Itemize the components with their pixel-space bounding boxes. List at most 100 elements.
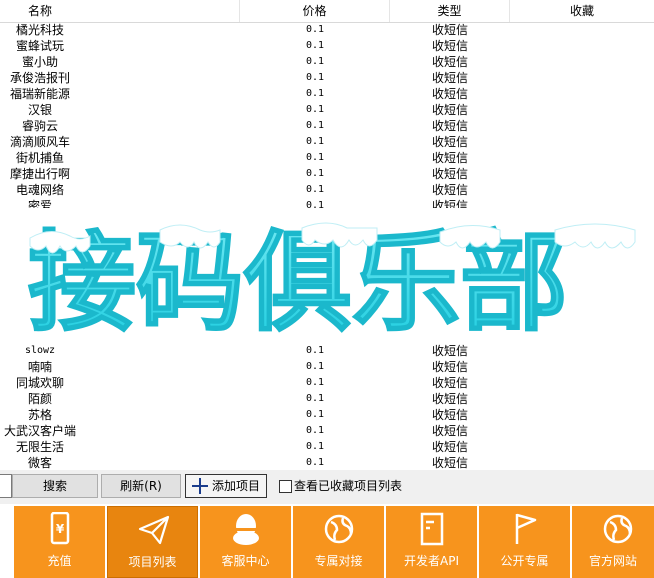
row-name: 橘光科技 <box>15 23 64 37</box>
table-row[interactable]: 微客 0.1 收短信 <box>0 455 654 470</box>
row-type: 收短信 <box>431 183 468 197</box>
row-name: 承俊浩报刊 <box>9 71 70 85</box>
nav-label: 开发者API <box>404 554 459 568</box>
column-header-name[interactable]: 名称 <box>0 0 240 22</box>
row-type: 收短信 <box>431 135 468 149</box>
nav-recharge[interactable]: ¥ 充值 <box>14 506 105 578</box>
row-type: 收短信 <box>431 39 468 53</box>
row-type: 收短信 <box>431 376 468 390</box>
table-row[interactable]: 摩捷出行啊 0.1 收短信 <box>0 166 654 182</box>
show-favorites-checkbox[interactable] <box>279 480 292 493</box>
row-type: 收短信 <box>431 71 468 85</box>
table-row[interactable]: 蜜小助 0.1 收短信 <box>0 54 654 70</box>
flag-icon <box>515 513 537 544</box>
table-row[interactable]: slowz 0.1 收短信 <box>0 343 654 359</box>
row-type: 收短信 <box>431 408 468 422</box>
row-name: 苏格 <box>27 408 52 422</box>
row-price: 0.1 <box>305 184 325 195</box>
globe-icon <box>603 514 633 544</box>
row-price: 0.1 <box>305 104 325 115</box>
row-price: 0.1 <box>305 457 325 468</box>
paper-plane-icon <box>138 515 170 545</box>
row-price: 0.1 <box>305 152 325 163</box>
watermark-banner: 接码俱乐部 <box>0 208 654 342</box>
table-row[interactable]: 大武汉客户端 0.1 收短信 <box>0 423 654 439</box>
nav-label: 公开专属 <box>500 554 549 568</box>
add-project-label: 添加项目 <box>212 479 261 493</box>
qq-penguin-icon <box>233 514 259 545</box>
row-name: 同城欢聊 <box>15 376 64 390</box>
row-name: 电魂网络 <box>15 183 64 197</box>
nav-customer-service[interactable]: 客服中心 <box>200 506 291 578</box>
add-project-button[interactable]: 添加项目 <box>185 474 267 498</box>
document-icon <box>420 512 444 546</box>
row-name: 蜜小助 <box>21 55 58 69</box>
row-type: 收短信 <box>431 55 468 69</box>
row-name: 大武汉客户端 <box>3 424 76 438</box>
row-name: 蜜蜂试玩 <box>15 39 64 53</box>
row-price: 0.1 <box>305 120 325 131</box>
refresh-button[interactable]: 刷新(R) <box>101 474 181 498</box>
svg-text:¥: ¥ <box>56 522 65 536</box>
nav-official-site[interactable]: 官方网站 <box>572 506 654 578</box>
row-price: 0.1 <box>305 345 325 356</box>
table-row[interactable]: 苏格 0.1 收短信 <box>0 407 654 423</box>
row-name: slowz <box>24 345 56 356</box>
column-header-type[interactable]: 类型 <box>390 0 510 22</box>
row-name: 陌颜 <box>27 392 52 406</box>
search-button[interactable]: 搜索 <box>12 474 98 498</box>
table-row[interactable]: 滴滴顺风车 0.1 收短信 <box>0 134 654 150</box>
row-name: 喃喃 <box>27 360 52 374</box>
search-input[interactable] <box>0 474 12 498</box>
table-row[interactable]: 陌颜 0.1 收短信 <box>0 391 654 407</box>
table-row[interactable]: 汉银 0.1 收短信 <box>0 102 654 118</box>
nav-public-exclusive[interactable]: 公开专属 <box>479 506 570 578</box>
table-row[interactable]: 蜜蜂试玩 0.1 收短信 <box>0 38 654 54</box>
nav-project-list[interactable]: 项目列表 <box>107 506 198 578</box>
row-price: 0.1 <box>305 425 325 436</box>
row-name: 摩捷出行啊 <box>9 167 70 181</box>
row-type: 收短信 <box>431 392 468 406</box>
row-price: 0.1 <box>305 56 325 67</box>
table-row[interactable]: 电魂网络 0.1 收短信 <box>0 182 654 198</box>
phone-yen-icon: ¥ <box>50 512 70 545</box>
column-header-favorite[interactable]: 收藏 <box>510 0 654 22</box>
table-row[interactable]: 街机捕鱼 0.1 收短信 <box>0 150 654 166</box>
nav-label: 官方网站 <box>588 554 637 568</box>
row-type: 收短信 <box>431 103 468 117</box>
table-row[interactable]: 承俊浩报刊 0.1 收短信 <box>0 70 654 86</box>
row-name: 街机捕鱼 <box>15 151 64 165</box>
row-price: 0.1 <box>305 361 325 372</box>
bottom-nav: ¥ 充值 项目列表 客服中心 专属对接 开发者API 公开专属 官方网站 <box>0 504 654 578</box>
show-favorites-label[interactable]: 查看已收藏项目列表 <box>294 478 402 494</box>
row-price: 0.1 <box>305 72 325 83</box>
nav-label: 项目列表 <box>128 555 177 569</box>
plus-icon <box>192 478 208 494</box>
row-type: 收短信 <box>431 23 468 37</box>
row-name: 睿驹云 <box>21 119 58 133</box>
table-row[interactable]: 喃喃 0.1 收短信 <box>0 359 654 375</box>
table-row[interactable]: 橘光科技 0.1 收短信 <box>0 22 654 38</box>
row-price: 0.1 <box>305 40 325 51</box>
row-type: 收短信 <box>431 344 468 358</box>
nav-label: 客服中心 <box>221 554 270 568</box>
row-name: 无限生活 <box>15 440 64 454</box>
row-name: 滴滴顺风车 <box>9 135 70 149</box>
nav-developer-api[interactable]: 开发者API <box>386 506 477 578</box>
row-price: 0.1 <box>305 441 325 452</box>
row-type: 收短信 <box>431 360 468 374</box>
table-row[interactable]: 无限生活 0.1 收短信 <box>0 439 654 455</box>
table-row[interactable]: 睿驹云 0.1 收短信 <box>0 118 654 134</box>
watermark-graphic: 接码俱乐部 <box>27 220 636 342</box>
row-price: 0.1 <box>305 393 325 404</box>
column-header-price[interactable]: 价格 <box>240 0 390 22</box>
table-row[interactable]: 同城欢聊 0.1 收短信 <box>0 375 654 391</box>
row-price: 0.1 <box>305 88 325 99</box>
column-header-name-label: 名称 <box>28 4 53 18</box>
row-price: 0.1 <box>305 24 325 35</box>
row-type: 收短信 <box>431 440 468 454</box>
nav-exclusive-connect[interactable]: 专属对接 <box>293 506 384 578</box>
row-name: 汉银 <box>27 103 52 117</box>
table-row[interactable]: 福瑞新能源 0.1 收短信 <box>0 86 654 102</box>
globe-icon <box>324 514 354 544</box>
